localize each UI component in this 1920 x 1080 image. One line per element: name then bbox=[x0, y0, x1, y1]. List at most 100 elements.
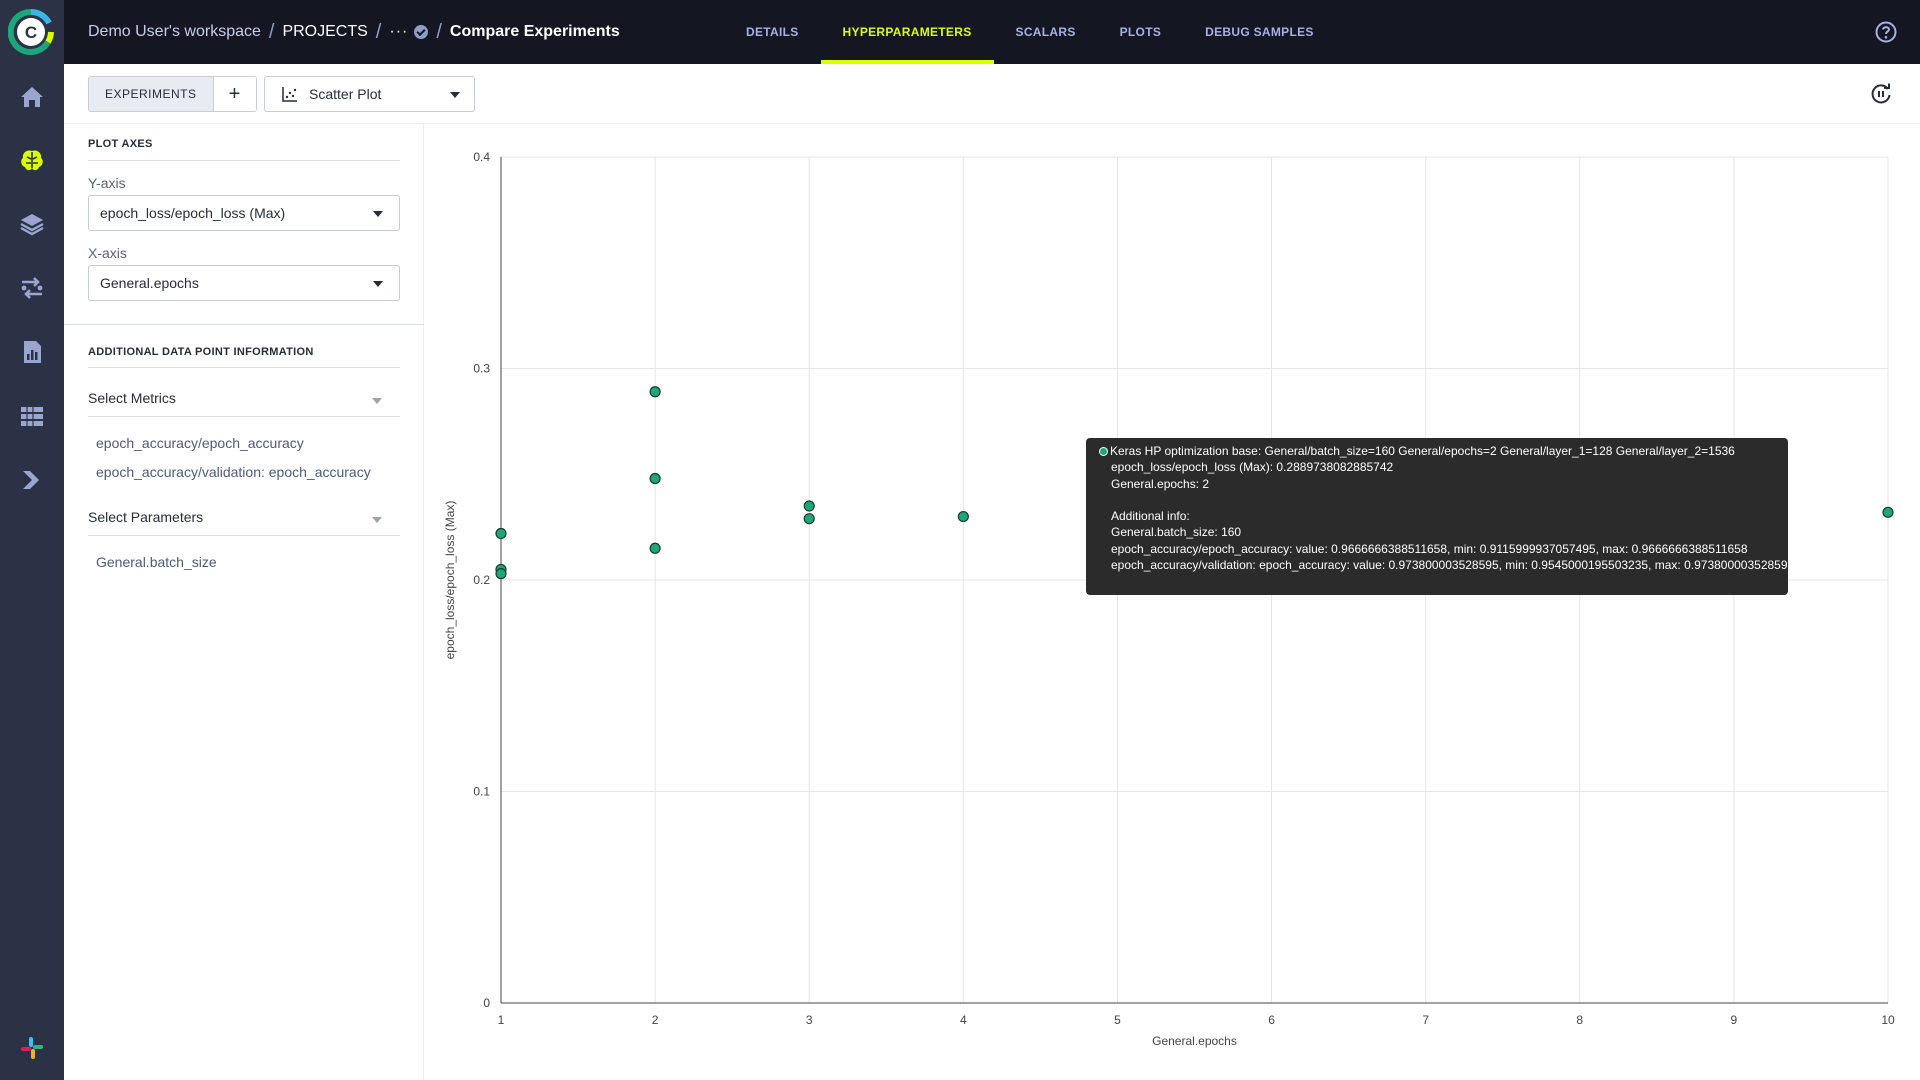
select-parameters-label: Select Parameters bbox=[88, 509, 204, 525]
x-tick-label: 1 bbox=[498, 1013, 505, 1027]
chevron-down-icon bbox=[373, 211, 383, 217]
select-metrics-dropdown[interactable]: Select Metrics bbox=[88, 390, 400, 414]
clearml-logo-icon[interactable]: C bbox=[8, 9, 54, 55]
datasets-icon[interactable] bbox=[0, 392, 64, 440]
data-point[interactable] bbox=[1882, 506, 1894, 518]
additional-info-title: ADDITIONAL DATA POINT INFORMATION bbox=[88, 346, 314, 358]
breadcrumb-more-label: ··· bbox=[389, 23, 409, 40]
data-point-tooltip: Keras HP optimization base: General/batc… bbox=[1086, 438, 1795, 595]
experiments-button-group: EXPERIMENTS + bbox=[88, 76, 257, 112]
tab-scalars[interactable]: SCALARS bbox=[994, 0, 1098, 64]
plot-type-select[interactable]: Scatter Plot bbox=[264, 76, 475, 112]
tooltip-x-value: General.epochs: 2 bbox=[1111, 476, 1210, 491]
scatter-plot[interactable]: 1 2 3 4 5 6 7 8 9 1000.10.20.30.4 General.epochs … bbox=[424, 124, 1920, 1080]
help-icon[interactable] bbox=[1874, 20, 1898, 44]
y-tick-label: 0.1 bbox=[473, 785, 490, 799]
y-tick-label: 0.4 bbox=[473, 150, 490, 164]
top-header: Demo User's workspace / PROJECTS / ··· /… bbox=[64, 0, 1920, 64]
tooltip-additional-header: Additional info: bbox=[1111, 509, 1190, 524]
deploy-icon[interactable] bbox=[0, 456, 64, 504]
home-icon[interactable] bbox=[0, 73, 64, 121]
plot-type-value: Scatter Plot bbox=[309, 86, 382, 102]
selected-metric[interactable]: epoch_accuracy/validation: epoch_accurac… bbox=[96, 464, 371, 480]
x-tick-label: 10 bbox=[1881, 1013, 1895, 1027]
breadcrumb-separator: / bbox=[375, 20, 382, 43]
chevron-down-icon bbox=[450, 92, 460, 98]
tab-plots[interactable]: PLOTS bbox=[1098, 0, 1184, 64]
left-nav-rail: C bbox=[0, 0, 64, 1080]
x-tick-label: 8 bbox=[1576, 1013, 1583, 1027]
x-tick-label: 7 bbox=[1422, 1013, 1429, 1027]
selected-parameter[interactable]: General.batch_size bbox=[96, 554, 217, 570]
breadcrumb: Demo User's workspace / PROJECTS / ··· /… bbox=[88, 0, 620, 64]
tooltip-y-value: epoch_loss/epoch_loss (Max): 0.288973808… bbox=[1111, 460, 1394, 475]
breadcrumb-separator: / bbox=[268, 20, 275, 43]
scatter-chart-icon bbox=[282, 87, 297, 102]
data-point[interactable] bbox=[495, 527, 507, 540]
data-point[interactable] bbox=[649, 386, 661, 398]
breadcrumb-separator: / bbox=[436, 20, 442, 43]
section-divider bbox=[88, 367, 400, 368]
section-divider bbox=[88, 535, 400, 536]
check-circle-icon bbox=[414, 25, 429, 39]
x-axis-title: General.epochs bbox=[1152, 1034, 1237, 1048]
y-axis-label: Y-axis bbox=[88, 175, 126, 191]
plot-settings-panel: PLOT AXES Y-axis epoch_loss/epoch_loss (… bbox=[64, 124, 424, 1080]
experiments-button[interactable]: EXPERIMENTS bbox=[89, 77, 214, 111]
data-point[interactable] bbox=[649, 472, 661, 485]
section-divider bbox=[88, 160, 400, 161]
tooltip-detail: epoch_accuracy/epoch_accuracy: value: 0.… bbox=[1111, 541, 1748, 556]
x-tick-label: 3 bbox=[806, 1013, 813, 1027]
x-axis-label: X-axis bbox=[88, 245, 127, 261]
select-metrics-label: Select Metrics bbox=[88, 390, 176, 406]
reports-icon[interactable] bbox=[0, 328, 64, 376]
y-axis-title: epoch_loss/epoch_loss (Max) bbox=[443, 501, 457, 660]
brain-icon[interactable] bbox=[0, 136, 64, 184]
data-point[interactable] bbox=[649, 542, 661, 554]
breadcrumb-more[interactable]: ··· bbox=[389, 23, 429, 41]
panel-divider bbox=[64, 324, 424, 325]
chevron-down-icon bbox=[373, 281, 383, 287]
tooltip-title: Keras HP optimization base: General/batc… bbox=[1110, 444, 1735, 458]
layers-icon[interactable] bbox=[0, 200, 64, 248]
breadcrumb-projects[interactable]: PROJECTS bbox=[282, 23, 367, 41]
y-tick-label: 0.2 bbox=[473, 573, 490, 587]
compare-toolbar: EXPERIMENTS + Scatter Plot bbox=[64, 64, 1920, 124]
tooltip-spacer bbox=[1099, 492, 1788, 508]
auto-refresh-icon[interactable] bbox=[1870, 83, 1892, 105]
compare-tabs: DETAILS HYPERPARAMETERS SCALARS PLOTS DE… bbox=[724, 0, 1336, 64]
select-parameters-dropdown[interactable]: Select Parameters bbox=[88, 509, 400, 533]
x-axis-value: General.epochs bbox=[100, 275, 199, 291]
y-tick-label: 0 bbox=[483, 996, 490, 1010]
section-divider bbox=[88, 416, 400, 417]
pipelines-icon[interactable] bbox=[0, 264, 64, 312]
chevron-down-icon bbox=[372, 398, 382, 404]
y-axis-select[interactable]: epoch_loss/epoch_loss (Max) bbox=[88, 195, 400, 231]
tooltip-detail: General.batch_size: 160 bbox=[1111, 525, 1242, 540]
data-point[interactable] bbox=[957, 510, 969, 523]
slack-icon[interactable] bbox=[0, 1024, 64, 1072]
selected-metric[interactable]: epoch_accuracy/epoch_accuracy bbox=[96, 435, 304, 451]
tooltip-detail: epoch_accuracy/validation: epoch_accurac… bbox=[1111, 558, 1795, 573]
tab-hyperparameters[interactable]: HYPERPARAMETERS bbox=[820, 0, 994, 64]
data-point[interactable] bbox=[803, 513, 815, 525]
x-tick-label: 2 bbox=[652, 1013, 659, 1027]
x-tick-label: 5 bbox=[1114, 1013, 1121, 1027]
page-title: Compare Experiments bbox=[449, 23, 620, 40]
svg-text:C: C bbox=[25, 23, 37, 42]
x-axis-select[interactable]: General.epochs bbox=[88, 265, 400, 301]
series-swatch-icon bbox=[1099, 447, 1108, 456]
scatter-plot-area: 1 2 3 4 5 6 7 8 9 10 0 0.1 0.2 0.3 0.4 General.epochs … bbox=[424, 124, 1920, 1080]
data-point[interactable] bbox=[803, 500, 815, 512]
x-tick-label: 4 bbox=[960, 1013, 967, 1027]
x-tick-label: 6 bbox=[1268, 1013, 1275, 1027]
tab-details[interactable]: DETAILS bbox=[724, 0, 821, 64]
data-point[interactable] bbox=[495, 568, 507, 580]
x-tick-label: 9 bbox=[1731, 1013, 1738, 1027]
plot-axes-title: PLOT AXES bbox=[88, 138, 153, 150]
chevron-down-icon bbox=[372, 517, 382, 523]
breadcrumb-workspace[interactable]: Demo User's workspace bbox=[88, 23, 261, 41]
add-experiment-button[interactable]: + bbox=[213, 77, 256, 111]
y-tick-label: 0.3 bbox=[473, 362, 490, 376]
tab-debug-samples[interactable]: DEBUG SAMPLES bbox=[1183, 0, 1336, 64]
